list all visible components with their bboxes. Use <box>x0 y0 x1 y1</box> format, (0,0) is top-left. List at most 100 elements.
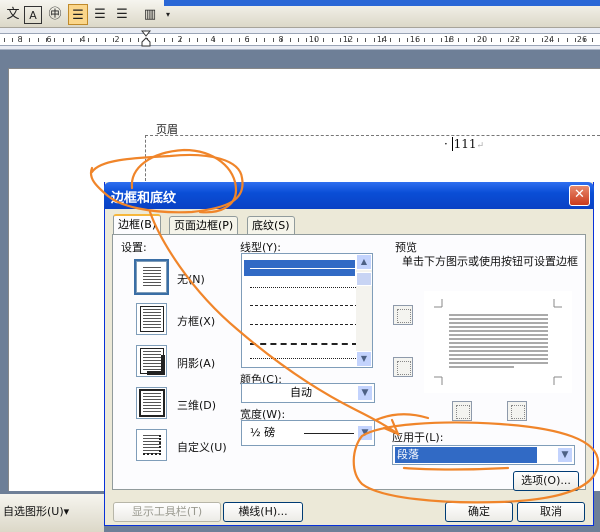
tab-borders[interactable]: 边框(B) <box>113 214 162 235</box>
formatting-toolbar: 文 A ㊥ ☰ ☰ ☰ ▥ ▾ <box>0 0 600 28</box>
ruler-tick <box>592 38 593 42</box>
header-content[interactable]: · 111↵ <box>444 137 484 151</box>
ruler-tick <box>356 38 358 42</box>
ruler-tick <box>373 38 375 42</box>
setting-none-icon[interactable] <box>134 259 169 295</box>
ruler-tick <box>407 38 409 42</box>
ok-button[interactable]: 确定 <box>445 502 513 522</box>
right-border-button[interactable] <box>507 401 527 421</box>
ruler-track: 86422468101214161820222426 <box>0 33 600 46</box>
ruler-tick <box>113 38 115 42</box>
scroll-down-icon[interactable]: ▼ <box>356 351 372 367</box>
width-value: ½ 磅 <box>250 426 276 439</box>
tab-page-border[interactable]: 页面边框(P) <box>169 216 239 234</box>
ruler-tick <box>482 38 484 42</box>
ruler-tick <box>205 38 207 42</box>
ruler-tick <box>382 38 383 42</box>
setting-box-label[interactable]: 方框(X) <box>177 313 215 329</box>
columns-icon[interactable]: ▥ <box>140 4 160 25</box>
ruler-tick <box>130 38 131 42</box>
ruler-tick <box>289 38 291 42</box>
show-toolbar-button[interactable]: 显示工具栏(T) <box>113 502 221 522</box>
ruler-tick <box>550 38 551 42</box>
border-preview[interactable] <box>424 291 572 393</box>
setting-3d-label[interactable]: 三维(D) <box>177 397 216 413</box>
dialog-titlebar[interactable]: 边框和底纹 ✕ <box>104 182 594 209</box>
ruler-tick <box>197 38 199 42</box>
center-align-icon[interactable]: ☰ <box>90 4 110 25</box>
align-left-icon[interactable]: ☰ <box>68 4 88 25</box>
cancel-button[interactable]: 取消 <box>517 502 585 522</box>
setting-box-icon[interactable] <box>136 303 167 335</box>
ruler-label: 4 <box>80 35 86 44</box>
header-boundary <box>145 135 600 181</box>
close-icon: ✕ <box>574 187 585 202</box>
ruler-tick <box>62 38 64 42</box>
line-style-dashed-small[interactable] <box>250 305 358 306</box>
ruler-tick <box>88 38 89 42</box>
line-style-dashed[interactable] <box>250 324 358 325</box>
phonetic-guide-icon[interactable]: 文 <box>4 4 22 25</box>
borders-and-shading-dialog: 边框和底纹 ✕ 边框(B) 页面边框(P) 底纹(S) 设置: 无(N) 方框(… <box>104 182 594 526</box>
line-style-dash-dot[interactable] <box>250 343 358 345</box>
document-gutter <box>0 51 8 491</box>
chevron-down-icon[interactable]: ▼ <box>557 447 573 463</box>
ruler-label: 26 <box>576 35 588 44</box>
left-border-button[interactable] <box>452 401 472 421</box>
color-select[interactable]: 自动 ▼ <box>241 383 375 403</box>
ruler-tick <box>188 38 190 42</box>
top-border-button[interactable] <box>393 305 413 325</box>
setting-custom-label[interactable]: 自定义(U) <box>177 439 227 455</box>
ruler-tick <box>466 38 467 42</box>
ruler-tick <box>214 38 215 42</box>
ruler-tick <box>281 38 283 42</box>
width-select[interactable]: ½ 磅 ▼ <box>241 420 375 446</box>
ruler-tick <box>365 38 367 42</box>
ruler-tick <box>4 38 5 42</box>
setting-3d-icon[interactable] <box>136 387 167 419</box>
apply-to-select[interactable]: 段落 ▼ <box>392 445 575 465</box>
line-style-scrollbar[interactable]: ▲ ▼ <box>356 254 372 367</box>
width-line-sample <box>304 433 354 434</box>
setting-none-label[interactable]: 无(N) <box>177 271 205 287</box>
scroll-up-icon[interactable]: ▲ <box>356 254 372 270</box>
ruler-tick <box>264 38 266 42</box>
scroll-thumb[interactable] <box>356 272 372 286</box>
line-style-dotted[interactable] <box>250 287 358 288</box>
ruler-label: 2 <box>114 35 120 44</box>
ruler-tick <box>331 38 333 42</box>
ruler-tick <box>566 38 568 42</box>
autoshapes-menu[interactable]: 自选图形(U)▾ <box>3 503 69 519</box>
window-titlebar-strip <box>164 0 600 6</box>
bottom-border-button[interactable] <box>393 357 413 377</box>
character-border-icon[interactable]: A <box>24 6 42 24</box>
indent-marker-icon[interactable] <box>141 30 151 47</box>
close-button[interactable]: ✕ <box>569 185 590 206</box>
ruler-label: 6 <box>46 35 52 44</box>
tab-shading[interactable]: 底纹(S) <box>247 216 295 234</box>
ruler-tick <box>230 38 232 42</box>
chevron-down-icon[interactable]: ▼ <box>357 385 373 401</box>
justify-icon[interactable]: ☰ <box>112 4 132 25</box>
ruler-tick <box>474 38 476 42</box>
color-value: 自动 <box>290 386 312 399</box>
chevron-down-icon[interactable]: ▼ <box>357 425 373 441</box>
settings-label: 设置: <box>121 241 147 254</box>
enclose-characters-icon[interactable]: ㊥ <box>45 4 65 25</box>
toolbar-options-icon[interactable]: ▾ <box>163 4 173 25</box>
setting-custom-icon[interactable] <box>136 429 167 461</box>
ruler-tick <box>457 38 459 42</box>
ruler-tick <box>524 38 526 42</box>
setting-shadow-label[interactable]: 阴影(A) <box>177 355 215 371</box>
line-style-dash-dot-dot[interactable] <box>250 358 358 359</box>
line-style-solid[interactable] <box>250 268 358 269</box>
options-button[interactable]: 选项(O)... <box>513 471 579 491</box>
preview-hint: 单击下方图示或使用按钮可设置边框 <box>402 255 578 268</box>
ruler-tick <box>29 38 31 42</box>
line-style-list[interactable]: ▲ ▼ <box>241 253 373 368</box>
ruler-tick <box>138 38 140 42</box>
ruler-tick <box>583 38 585 42</box>
ruler-tick <box>12 38 14 42</box>
horizontal-line-button[interactable]: 横线(H)... <box>223 502 303 522</box>
setting-shadow-icon[interactable] <box>136 345 167 377</box>
